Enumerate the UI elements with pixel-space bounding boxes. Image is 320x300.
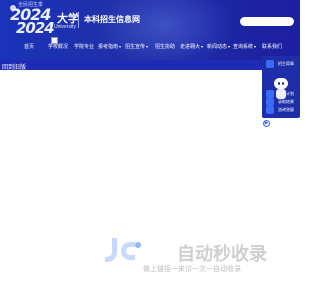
robot-eye: [278, 82, 280, 85]
header-banner: 全民招生季 2024 2024 大学 University 本科招生信息网: [0, 0, 300, 60]
chevron-down-icon: ▾: [119, 44, 122, 49]
watermark-logo-icon: [105, 238, 177, 264]
banner-glow: [95, 0, 235, 60]
site-title: 本科招生信息网: [84, 14, 140, 24]
title-divider: [78, 12, 79, 28]
nav-item-explore[interactable]: 走进翱大▾: [180, 43, 203, 50]
side-label-plan[interactable]: 招生计划: [278, 91, 294, 97]
logo-dot: [135, 242, 141, 248]
nav-item-contact[interactable]: 联系我们: [262, 43, 282, 50]
watermark-subtext: 做上链接一来访一次一自动收录: [143, 266, 241, 273]
university-english-name: University: [54, 24, 76, 30]
nav-item-home[interactable]: 首页: [24, 43, 34, 50]
result-icon[interactable]: [266, 98, 274, 106]
logo-year-bottom: 2024: [16, 19, 55, 37]
side-label-brochure[interactable]: 招生简章: [278, 61, 294, 67]
search-input[interactable]: [240, 17, 294, 26]
side-label-qa[interactable]: 咨询答疑: [278, 107, 294, 113]
nav-item-majors[interactable]: 学院专业: [74, 43, 94, 50]
old-version-link[interactable]: 回到旧版: [2, 62, 26, 71]
chevron-down-icon: ▾: [254, 44, 257, 49]
watermark: 自动秒收录 做上链接一来访一次一自动收录: [105, 236, 285, 280]
collapse-arrow-icon[interactable]: ▶: [263, 120, 270, 127]
nav-item-about[interactable]: 学校概况: [48, 43, 68, 50]
chevron-down-icon: ▾: [228, 44, 231, 49]
robot-eye: [282, 82, 284, 85]
nav-item-guide[interactable]: 报考指南▾: [98, 43, 121, 50]
chat-icon[interactable]: [266, 106, 274, 114]
logo-letter-c: [121, 242, 135, 260]
old-version-bar: [0, 60, 300, 70]
nav-item-promotion[interactable]: 招生宣传▾: [125, 43, 148, 50]
side-label-results[interactable]: 录取结果: [278, 99, 294, 105]
logo-letter-j: [105, 238, 117, 262]
robot-head: [274, 78, 288, 89]
nav-item-news[interactable]: 新闻动态▾: [207, 43, 230, 50]
chevron-down-icon: ▾: [146, 44, 149, 49]
nav-item-assistance[interactable]: 招生协助: [155, 43, 175, 50]
chevron-down-icon: ▾: [201, 44, 204, 49]
document-icon[interactable]: [266, 60, 274, 68]
chart-icon[interactable]: [266, 90, 274, 98]
recruitment-season-logo[interactable]: 全民招生季 2024 2024: [6, 1, 55, 37]
watermark-text: 自动秒收录: [177, 244, 267, 265]
nav-item-query[interactable]: 查询系统▾: [233, 43, 256, 50]
